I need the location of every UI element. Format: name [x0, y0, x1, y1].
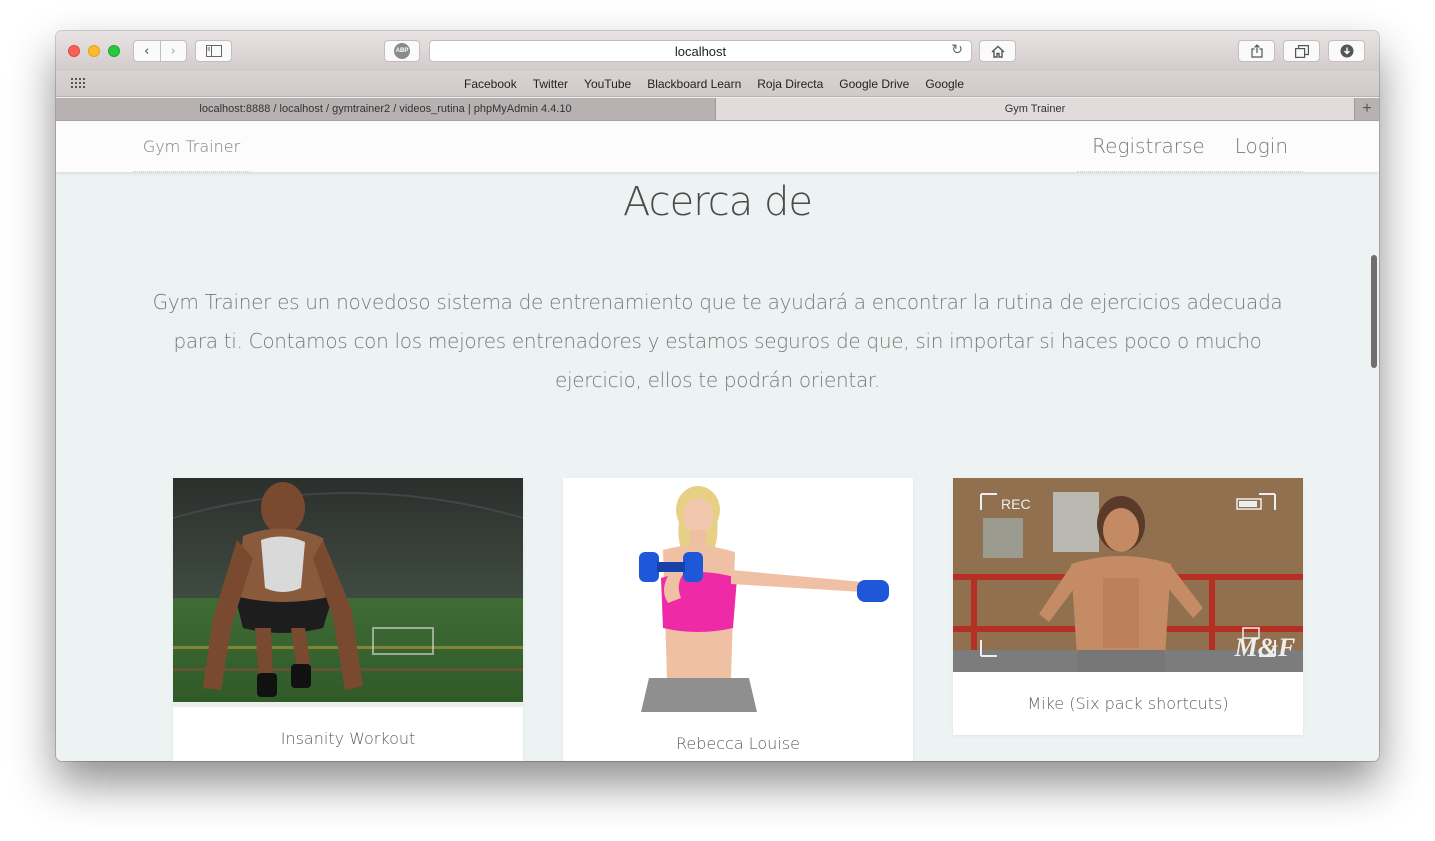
web-page: Gym Trainer Registrarse Login Acerca de … — [56, 121, 1379, 761]
bookmark-blackboard[interactable]: Blackboard Learn — [647, 77, 741, 91]
sidebar-icon — [205, 45, 222, 57]
page-scrollbar[interactable] — [1371, 255, 1377, 368]
about-description: Gym Trainer es un novedoso sistema de en… — [152, 290, 1283, 392]
tab-gym-trainer[interactable]: Gym Trainer — [716, 98, 1354, 120]
trainer-name: Rebecca Louise — [676, 734, 800, 753]
minimize-window-button[interactable] — [88, 45, 100, 57]
forward-arrow-icon[interactable]: › — [159, 41, 187, 61]
close-window-button[interactable] — [68, 45, 80, 57]
downloads-button[interactable] — [1328, 40, 1365, 62]
url-text: localhost — [674, 43, 727, 59]
register-link[interactable]: Registrarse — [1077, 121, 1220, 171]
bookmark-roja-directa[interactable]: Roja Directa — [757, 77, 823, 91]
tab-title: localhost:8888 / localhost / gymtrainer2… — [199, 103, 572, 115]
tab-phpmyadmin[interactable]: localhost:8888 / localhost / gymtrainer2… — [56, 98, 716, 120]
mf-logo: M&F — [1234, 633, 1296, 662]
back-arrow-icon[interactable]: ‹ — [134, 41, 160, 61]
trainer-name: Insanity Workout — [280, 729, 416, 748]
navigation-buttons: ‹ › — [133, 40, 187, 62]
top-sites-grid-icon[interactable] — [71, 78, 85, 90]
about-heading: Acerca de — [622, 179, 813, 225]
trainer-name: Mike (Six pack shortcuts) — [1027, 694, 1229, 713]
trainer-photo: REC M&F — [953, 478, 1303, 672]
share-icon — [1250, 44, 1263, 58]
trainer-card-rebecca[interactable]: Rebecca Louise — [563, 478, 913, 761]
trainer-photo — [173, 478, 523, 707]
site-brand-link[interactable]: Gym Trainer — [133, 121, 250, 172]
bookmark-google-drive[interactable]: Google Drive — [839, 77, 909, 91]
trainer-card-mike[interactable]: REC M&F Mike (Six pack shortcuts) — [953, 478, 1303, 735]
sidebar-toggle-button[interactable] — [195, 40, 232, 62]
reload-icon[interactable]: ↻ — [951, 42, 963, 58]
bookmark-youtube[interactable]: YouTube — [584, 77, 631, 91]
share-button[interactable] — [1238, 40, 1275, 62]
tab-bar: localhost:8888 / localhost / gymtrainer2… — [56, 98, 1379, 121]
bookmark-google[interactable]: Google — [925, 77, 964, 91]
bookmark-twitter[interactable]: Twitter — [533, 77, 568, 91]
tabs-icon — [1294, 44, 1309, 58]
new-tab-plus-icon[interactable]: + — [1354, 98, 1379, 120]
title-bar: ‹ › ABP localhost ↻ — [56, 31, 1379, 71]
rec-label: REC — [1001, 496, 1031, 512]
download-icon — [1340, 44, 1353, 58]
trainer-card-insanity[interactable]: Insanity Workout — [173, 478, 523, 761]
home-button[interactable] — [979, 40, 1016, 62]
tabs-overview-button[interactable] — [1283, 40, 1320, 62]
tab-title: Gym Trainer — [1004, 103, 1066, 115]
browser-window: ‹ › ABP localhost ↻ Facebook Twitter You… — [56, 31, 1379, 761]
bookmarks-bar: Facebook Twitter YouTube Blackboard Lear… — [56, 71, 1379, 97]
login-link[interactable]: Login — [1220, 121, 1303, 171]
site-navbar: Gym Trainer Registrarse Login — [56, 121, 1379, 172]
site-nav-links: Registrarse Login — [1077, 121, 1303, 172]
address-bar[interactable]: localhost ↻ — [429, 40, 972, 62]
trainer-photo — [563, 478, 913, 712]
zoom-window-button[interactable] — [108, 45, 120, 57]
home-icon — [991, 45, 1004, 58]
bookmark-list: Facebook Twitter YouTube Blackboard Lear… — [464, 71, 964, 97]
adblock-button[interactable]: ABP — [384, 40, 420, 62]
adblock-icon: ABP — [394, 43, 410, 59]
bookmark-facebook[interactable]: Facebook — [464, 77, 517, 91]
